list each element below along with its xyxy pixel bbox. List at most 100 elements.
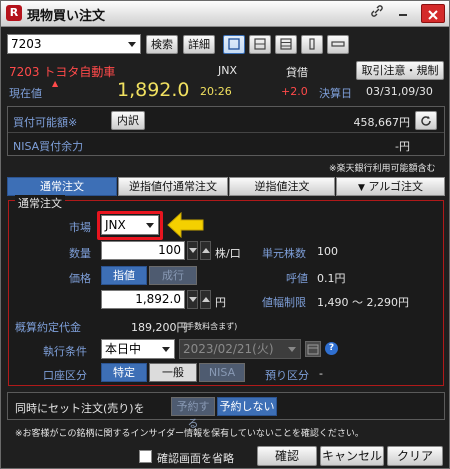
expiry-date-select[interactable]: 2023/02/21(火): [179, 339, 301, 359]
settle-date-label: 決算日: [319, 87, 352, 100]
price-label: 価格: [69, 272, 91, 285]
tab-normal-order[interactable]: 通常注文: [7, 177, 117, 196]
layout-split-3-icon: [280, 38, 292, 50]
nisa-value: -円: [395, 140, 410, 153]
price-change: +2.0: [281, 85, 308, 98]
tab-algo-label: アルゴ注文: [368, 180, 424, 193]
exec-condition-value: 本日中: [105, 342, 142, 356]
current-price-label: 現在値: [9, 87, 42, 100]
quantity-decrement[interactable]: [187, 241, 198, 260]
layout-single-icon: [228, 38, 240, 50]
exec-condition-label: 執行条件: [43, 345, 87, 358]
buying-power-label: 買付可能額※: [13, 116, 78, 129]
market-label: 市場: [69, 221, 91, 234]
account-general-button[interactable]: 一般: [149, 363, 197, 382]
price-input[interactable]: 1,892.0: [101, 290, 185, 309]
est-amount-label: 概算約定代金: [15, 321, 81, 334]
chevron-down-icon[interactable]: [146, 223, 154, 228]
buying-power-value: 458,667円: [353, 116, 411, 129]
link-icon[interactable]: [367, 4, 387, 23]
order-window: R 現物買い注文 7203 検索 詳細 7203 トヨタ自動車 JNX 貸借 取…: [0, 0, 450, 469]
set-order-no-button[interactable]: 予約しない: [217, 397, 277, 416]
tick-label: 呼値: [286, 272, 308, 285]
price-unit: 円: [215, 296, 226, 309]
layout-split-h-button[interactable]: [249, 35, 271, 54]
symbol-combo[interactable]: 7203: [7, 34, 141, 54]
minimize-icon[interactable]: [393, 4, 413, 23]
order-section-title: 通常注文: [15, 195, 65, 211]
refresh-button[interactable]: [415, 111, 437, 130]
price-decrement[interactable]: [187, 290, 198, 309]
est-amount-note: (手数料含まず): [183, 322, 238, 331]
chevron-down-icon[interactable]: [128, 42, 136, 47]
chevron-up-icon: [202, 248, 210, 253]
price-increment[interactable]: [200, 290, 211, 309]
confirm-button[interactable]: 確認: [257, 446, 317, 466]
layout-narrow-icon: [309, 38, 315, 50]
unit-shares-label: 単元株数: [262, 247, 306, 260]
cancel-button[interactable]: キャンセル: [320, 446, 384, 466]
current-price: 1,892.0: [117, 79, 190, 101]
calendar-icon[interactable]: [305, 341, 321, 357]
market-select[interactable]: JNX: [101, 215, 159, 235]
window-title: 現物買い注文: [27, 9, 106, 24]
layout-wide-button[interactable]: [327, 35, 349, 54]
chevron-down-icon[interactable]: [288, 347, 296, 352]
chevron-up-icon: [202, 297, 210, 302]
symbol-value: 7203: [11, 37, 42, 51]
help-icon[interactable]: ?: [325, 342, 338, 355]
layout-split-3-button[interactable]: [275, 35, 297, 54]
custody-label: 預り区分: [265, 369, 309, 382]
skip-confirm-checkbox[interactable]: [139, 450, 152, 463]
account-nisa-button[interactable]: NISA: [199, 363, 245, 382]
refresh-icon: [421, 116, 431, 126]
detail-button[interactable]: 詳細: [183, 35, 215, 54]
quantity-increment[interactable]: [200, 241, 211, 260]
tab-stop-limit-normal[interactable]: 逆指値付通常注文: [118, 177, 228, 196]
chevron-down-icon: [189, 297, 197, 302]
stock-code-name: 7203 トヨタ自動車: [9, 65, 116, 79]
settle-dates: 03/31,09/30: [366, 85, 433, 98]
layout-narrow-button[interactable]: [301, 35, 323, 54]
chevron-down-icon: ▼: [357, 183, 365, 193]
tick-value: 0.1円: [317, 272, 346, 285]
quantity-unit: 株/口: [215, 247, 241, 260]
market-order-button[interactable]: 成行: [149, 266, 197, 285]
quantity-input[interactable]: 100: [101, 241, 185, 260]
set-order-label: 同時にセット注文(売り)を: [15, 402, 145, 415]
est-amount-value: 189,200円: [131, 321, 188, 334]
margin-type: 貸借: [286, 66, 308, 79]
funds-divider: [8, 132, 444, 133]
market-value: JNX: [105, 218, 126, 232]
clear-button[interactable]: クリア: [387, 446, 443, 466]
close-button[interactable]: [421, 4, 445, 23]
close-icon: [428, 10, 438, 20]
chevron-down-icon[interactable]: [162, 347, 170, 352]
stock-market: JNX: [218, 64, 238, 77]
limit-order-button[interactable]: 指値: [101, 266, 147, 285]
range-limit-label: 値幅制限: [262, 296, 306, 309]
exec-condition-select[interactable]: 本日中: [101, 339, 175, 359]
custody-value: -: [319, 367, 323, 380]
quantity-label: 数量: [69, 247, 91, 260]
layout-split-h-icon: [254, 38, 266, 50]
account-type-label: 口座区分: [43, 369, 87, 382]
tab-algo-order[interactable]: ▼ アルゴ注文: [336, 177, 445, 196]
breakdown-button[interactable]: 内訳: [111, 111, 145, 130]
rules-button[interactable]: 取引注意・規制: [356, 61, 444, 80]
app-logo-icon: R: [6, 5, 22, 21]
nisa-label: NISA買付余力: [13, 140, 84, 153]
unit-shares-value: 100: [317, 245, 338, 258]
chevron-down-icon: [189, 248, 197, 253]
tab-stop-order[interactable]: 逆指値注文: [229, 177, 335, 196]
account-specific-button[interactable]: 特定: [101, 363, 147, 382]
search-button[interactable]: 検索: [146, 35, 178, 54]
range-limit-value: 1,490 ～ 2,290円: [317, 296, 409, 309]
title-bar: R 現物買い注文: [1, 1, 449, 27]
skip-confirm-label: 確認画面を省略: [157, 452, 234, 465]
layout-single-button[interactable]: [223, 35, 245, 54]
layout-wide-icon: [331, 41, 345, 47]
insider-note: ※お客様がこの銘柄に関するインサイダー情報を保有していないことを確認ください。: [15, 429, 364, 439]
set-order-yes-button[interactable]: 予約する: [171, 397, 215, 430]
pointer-arrow-icon: [167, 212, 204, 238]
